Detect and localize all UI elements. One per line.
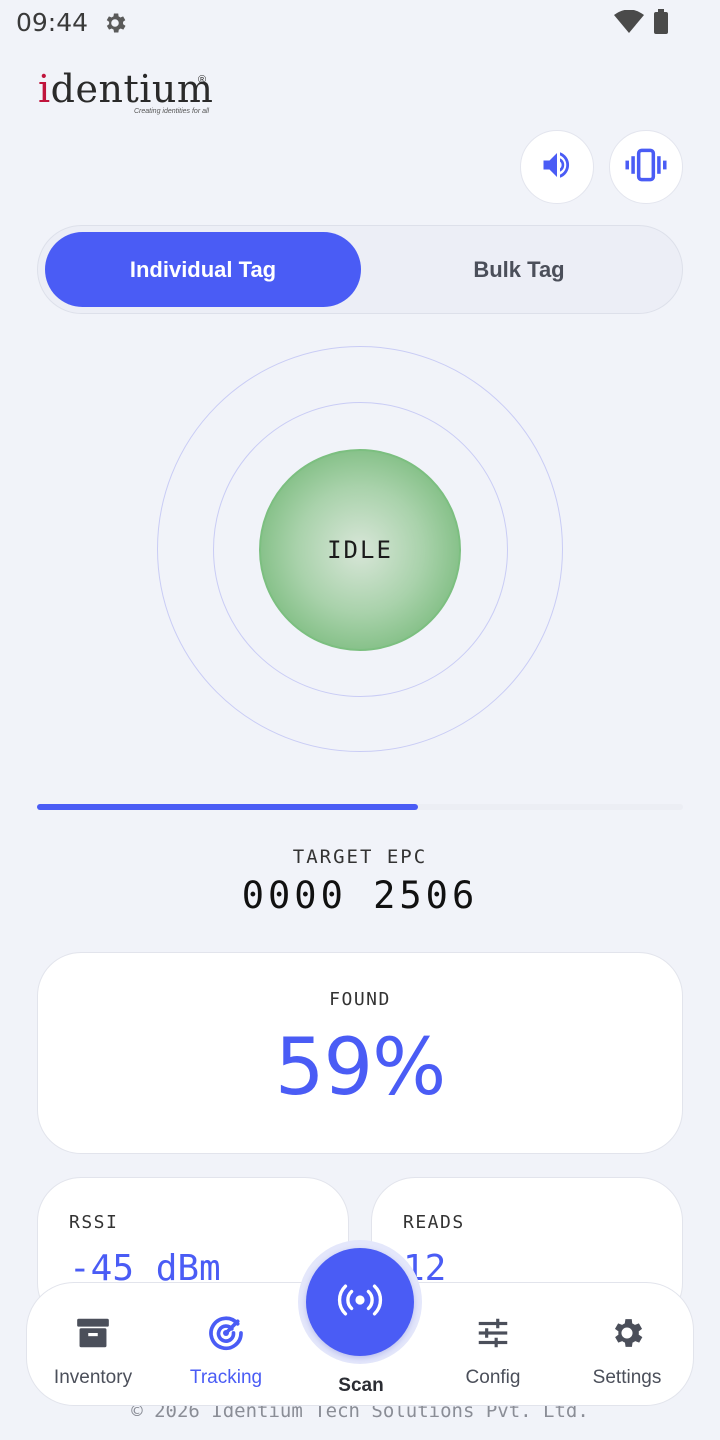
logo-wordmark: identium: [38, 67, 214, 111]
volume-icon: [539, 147, 575, 188]
nav-label-config: Config: [465, 1367, 521, 1388]
scan-broadcast-icon: [337, 1283, 383, 1322]
nav-label-inventory: Inventory: [53, 1367, 133, 1388]
sliders-icon: [473, 1313, 513, 1353]
gear-icon: [102, 10, 128, 41]
nav-item-inventory[interactable]: Inventory: [26, 1283, 160, 1407]
status-bar: 09:44: [0, 0, 720, 44]
status-time: 09:44: [16, 8, 89, 37]
nav-item-config[interactable]: Config: [426, 1283, 560, 1407]
logo-registered-mark: ®: [198, 74, 207, 86]
tab-bulk-tag[interactable]: Bulk Tag: [361, 232, 677, 307]
radar-state-text: IDLE: [327, 536, 393, 564]
archive-icon: [73, 1313, 113, 1353]
gear-icon: [607, 1313, 647, 1353]
radar-status-orb: IDLE: [259, 449, 461, 651]
nav-label-scan: Scan: [338, 1375, 384, 1396]
logo-tagline: Creating identities for all: [134, 108, 210, 115]
battery-icon: [653, 9, 669, 40]
tab-individual-tag[interactable]: Individual Tag: [45, 232, 361, 307]
vibrate-icon: [624, 147, 668, 188]
nav-item-tracking[interactable]: Tracking: [159, 1283, 293, 1407]
radar-icon: [206, 1313, 246, 1353]
nav-label-tracking: Tracking: [189, 1367, 263, 1388]
progress-fill: [37, 804, 419, 810]
nav-label-settings: Settings: [592, 1367, 662, 1388]
proximity-progress-bar: [37, 804, 683, 810]
vibrate-toggle-button[interactable]: [609, 130, 683, 204]
found-label: FOUND: [329, 989, 391, 1010]
rssi-label: RSSI: [69, 1212, 119, 1233]
target-epc-value: 0000 2506: [241, 874, 479, 917]
nav-item-settings[interactable]: Settings: [560, 1283, 694, 1407]
reads-label: READS: [403, 1212, 465, 1233]
target-epc-label: TARGET EPC: [292, 846, 428, 868]
proximity-radar: IDLE: [0, 330, 720, 770]
sound-toggle-button[interactable]: [520, 130, 594, 204]
tag-mode-segmented-control: Individual Tag Bulk Tag: [37, 225, 683, 314]
scan-button[interactable]: [306, 1248, 414, 1356]
identium-logo: identium ® Creating identities for all: [38, 68, 238, 122]
found-card: FOUND 59%: [37, 952, 683, 1154]
wifi-icon: [614, 9, 644, 39]
found-value: 59%: [274, 1023, 446, 1113]
